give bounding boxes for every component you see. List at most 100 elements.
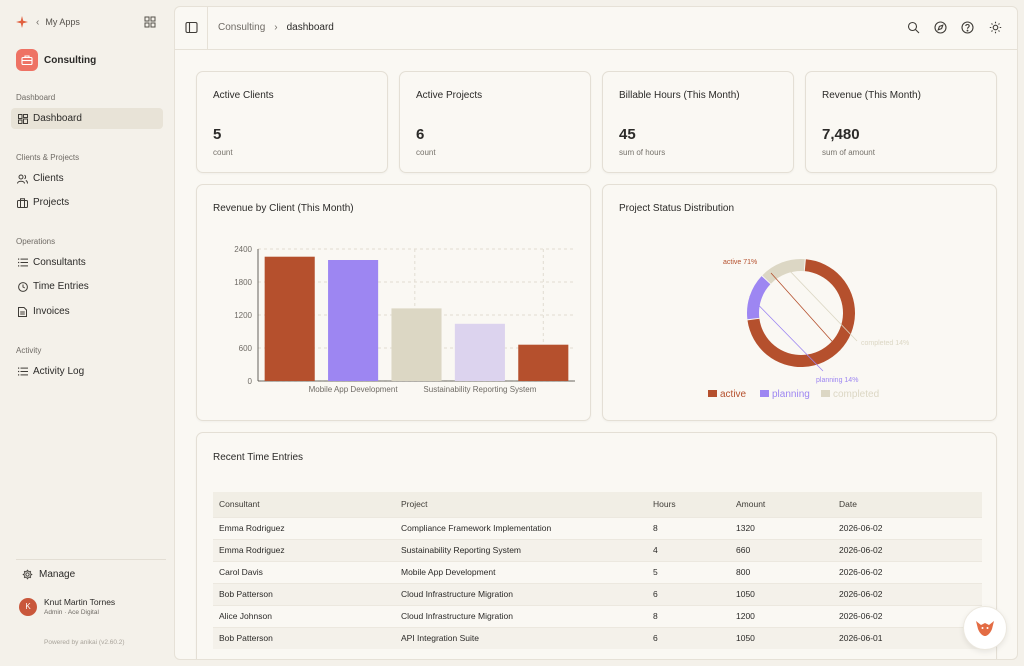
table-cell: Bob Patterson bbox=[213, 582, 395, 605]
sidebar-item-invoices[interactable]: Invoices bbox=[11, 301, 163, 322]
column-header-amount[interactable]: Amount bbox=[730, 492, 833, 517]
y-tick-label: 1200 bbox=[234, 311, 252, 320]
bar[interactable] bbox=[454, 323, 505, 381]
time-entries-table: Consultant Project Hours Amount Date Emm… bbox=[213, 492, 982, 649]
table-cell: 1050 bbox=[730, 626, 833, 649]
stat-subtitle: sum of hours bbox=[619, 148, 666, 157]
table-cell: 6 bbox=[647, 626, 730, 649]
sparkle-logo-icon bbox=[16, 16, 28, 28]
assistant-fab-button[interactable] bbox=[963, 606, 1007, 650]
column-header-project[interactable]: Project bbox=[395, 492, 647, 517]
stat-title: Billable Hours (This Month) bbox=[619, 90, 740, 101]
legend-label[interactable]: active bbox=[720, 389, 747, 400]
sidebar-toggle-icon[interactable] bbox=[185, 21, 198, 34]
stat-subtitle: count bbox=[416, 148, 436, 157]
table-cell: Alice Johnson bbox=[213, 604, 395, 627]
sidebar-item-consultants[interactable]: Consultants bbox=[11, 252, 163, 273]
manage-button[interactable]: Manage bbox=[22, 569, 75, 580]
status-donut-chart: active 71% planning 14% completed 14% activ… bbox=[708, 259, 909, 400]
table-cell: 1320 bbox=[730, 516, 833, 539]
section-label-clients-projects: Clients & Projects bbox=[16, 153, 80, 162]
table-cell: Cloud Infrastructure Migration bbox=[395, 604, 647, 627]
y-tick-label: 600 bbox=[239, 344, 253, 353]
table-cell: 4 bbox=[647, 538, 730, 561]
my-apps-link[interactable]: My Apps bbox=[45, 17, 80, 27]
stat-subtitle: count bbox=[213, 148, 233, 157]
table-header-row: Consultant Project Hours Amount Date bbox=[213, 492, 982, 517]
sidebar-item-time-entries[interactable]: Time Entries bbox=[11, 276, 163, 297]
table-cell: 2026-06-02 bbox=[833, 538, 982, 561]
section-label-activity: Activity bbox=[16, 346, 42, 355]
section-label-operations: Operations bbox=[16, 237, 56, 246]
table-cell: 800 bbox=[730, 560, 833, 583]
column-header-hours[interactable]: Hours bbox=[647, 492, 730, 517]
y-tick-label: 2400 bbox=[234, 245, 252, 254]
bar[interactable] bbox=[328, 260, 379, 381]
bar[interactable] bbox=[391, 308, 442, 381]
app-switcher[interactable]: Consulting bbox=[16, 49, 96, 71]
section-label-dashboard: Dashboard bbox=[16, 93, 56, 102]
breadcrumb: Consulting › dashboard bbox=[218, 22, 334, 33]
breadcrumb-parent[interactable]: Consulting bbox=[218, 22, 265, 33]
table-row[interactable]: Bob Patterson API Integration Suite 6 1050 2… bbox=[213, 626, 982, 649]
clock-icon bbox=[17, 281, 28, 292]
table-cell: 6 bbox=[647, 582, 730, 605]
stat-title: Active Projects bbox=[416, 90, 483, 101]
sidebar-item-label: Activity Log bbox=[33, 366, 85, 377]
column-header-consultant[interactable]: Consultant bbox=[213, 492, 395, 517]
breadcrumb-chevron-icon: › bbox=[274, 22, 278, 33]
apps-grid-icon[interactable] bbox=[144, 16, 156, 28]
stat-value: 7,480 bbox=[822, 126, 860, 143]
stat-title: Active Clients bbox=[213, 90, 274, 101]
user-name: Knut Martin Tornes bbox=[44, 597, 116, 607]
search-icon[interactable] bbox=[907, 21, 920, 34]
sidebar-item-clients[interactable]: Clients bbox=[11, 168, 163, 189]
column-header-date[interactable]: Date bbox=[833, 492, 982, 517]
table-cell: Emma Rodriguez bbox=[213, 516, 395, 539]
user-role: Admin · Ace Digital bbox=[44, 609, 99, 616]
briefcase-app-icon bbox=[16, 49, 38, 71]
table-row[interactable]: Carol Davis Mobile App Development 5 800 202… bbox=[213, 560, 982, 583]
table-row[interactable]: Emma Rodriguez Compliance Framework Imple… bbox=[213, 516, 982, 539]
table-cell: 1050 bbox=[730, 582, 833, 605]
sidebar-divider bbox=[16, 559, 166, 560]
table-row[interactable]: Emma Rodriguez Sustainability Reporting S… bbox=[213, 538, 982, 561]
legend-label[interactable]: completed bbox=[833, 389, 879, 400]
fox-mascot-icon bbox=[976, 621, 994, 636]
sun-icon[interactable] bbox=[989, 21, 1002, 34]
table-row[interactable]: Bob Patterson Cloud Infrastructure Migrat… bbox=[213, 582, 982, 605]
donut-slice[interactable] bbox=[747, 276, 771, 320]
table-cell: API Integration Suite bbox=[395, 626, 647, 649]
sidebar: ‹ My Apps Consulting Dashboard Dashboard… bbox=[0, 0, 174, 666]
sidebar-item-label: Time Entries bbox=[33, 281, 89, 292]
chevron-left-icon[interactable]: ‹ bbox=[36, 17, 39, 28]
sidebar-item-label: Projects bbox=[33, 197, 70, 208]
user-profile[interactable]: K Knut Martin Tornes Admin · Ace Digital bbox=[19, 597, 115, 616]
table-cell: 5 bbox=[647, 560, 730, 583]
sidebar-item-dashboard[interactable]: Dashboard bbox=[11, 108, 163, 129]
avatar: K bbox=[19, 597, 37, 616]
sidebar-item-activity-log[interactable]: Activity Log bbox=[11, 361, 163, 382]
help-icon[interactable] bbox=[961, 21, 974, 34]
breadcrumb-current: dashboard bbox=[286, 22, 334, 33]
table-row[interactable]: Alice Johnson Cloud Infrastructure Migrat… bbox=[213, 604, 982, 627]
legend-label[interactable]: planning bbox=[772, 389, 810, 400]
stat-subtitle: sum of amount bbox=[822, 148, 875, 157]
table-cell: 2026-06-01 bbox=[833, 626, 982, 649]
sidebar-item-label: Invoices bbox=[33, 306, 70, 317]
status-chart-card: Project Status Distribution active 71% pl… bbox=[602, 184, 997, 421]
bar[interactable] bbox=[518, 344, 569, 381]
slice-label-line bbox=[770, 272, 841, 351]
y-tick-label: 1800 bbox=[234, 278, 252, 287]
top-bar: Consulting › dashboard bbox=[175, 7, 1017, 50]
table-cell: Bob Patterson bbox=[213, 626, 395, 649]
sidebar-item-label: Dashboard bbox=[33, 113, 82, 124]
stat-value: 6 bbox=[416, 126, 425, 143]
sidebar-item-projects[interactable]: Projects bbox=[11, 192, 163, 213]
stat-title: Revenue (This Month) bbox=[822, 90, 921, 101]
briefcase-icon bbox=[17, 197, 28, 208]
bar[interactable] bbox=[264, 256, 315, 381]
stat-card-active-clients: Active Clients 5 count bbox=[196, 71, 388, 173]
table-cell: 2026-06-02 bbox=[833, 516, 982, 539]
compass-icon[interactable] bbox=[934, 21, 947, 34]
